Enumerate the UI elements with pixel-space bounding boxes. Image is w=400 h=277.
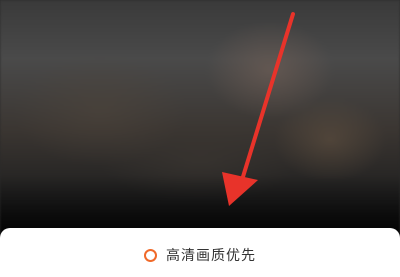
video-player-background: [0, 0, 400, 235]
radio-button-icon[interactable]: [144, 248, 157, 262]
hd-quality-priority-option[interactable]: 高清画质优先: [0, 240, 400, 270]
hd-quality-priority-label: 高清画质优先: [166, 248, 256, 264]
quality-options-sheet: 高清画质优先: [0, 228, 400, 277]
